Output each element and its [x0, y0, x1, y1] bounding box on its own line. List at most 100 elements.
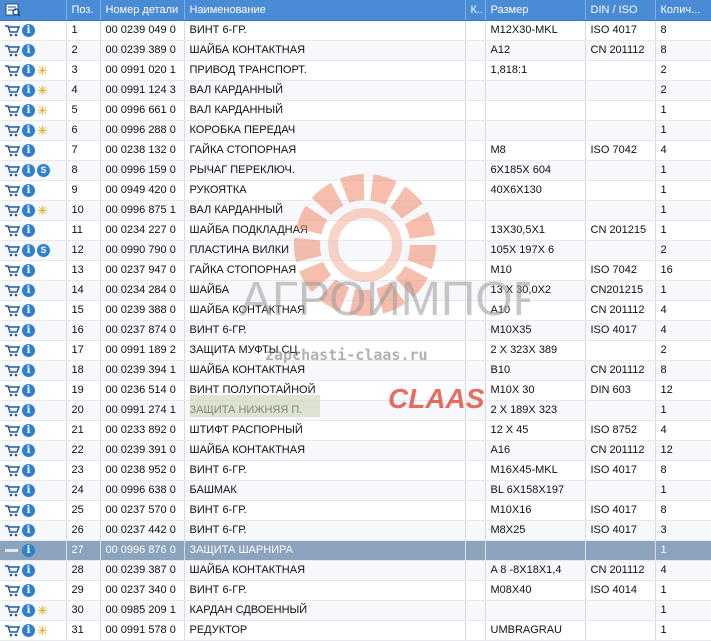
- table-row[interactable]: i 22 00 0239 391 0 ШАЙБА КОНТАКТНАЯ A16 CN 20…: [0, 440, 711, 461]
- table-row[interactable]: i 17 00 0991 189 2 ЗАЩИТА МУФТЫ СЦ. 2 X 323X…: [0, 340, 711, 361]
- info-icon[interactable]: i: [22, 563, 35, 577]
- table-row[interactable]: i ✳ 10 00 0996 875 1 ВАЛ КАРДАННЫЙ 1: [0, 200, 711, 221]
- add-to-cart-icon[interactable]: [4, 604, 20, 617]
- add-to-cart-icon[interactable]: [4, 324, 20, 337]
- add-to-cart-icon[interactable]: [4, 44, 20, 57]
- info-icon[interactable]: i: [22, 503, 35, 517]
- info-icon[interactable]: i: [22, 443, 35, 457]
- add-to-cart-icon[interactable]: [4, 104, 20, 117]
- cell-part-number[interactable]: 00 0991 189 2: [100, 340, 185, 361]
- table-row[interactable]: i 27 00 0996 876 0 ЗАЩИТА ШАРНИРА 1: [0, 540, 711, 561]
- cell-part-number[interactable]: 00 0238 132 0: [100, 140, 185, 161]
- info-icon[interactable]: i: [22, 523, 35, 537]
- add-to-cart-icon[interactable]: [4, 164, 20, 177]
- cell-part-number[interactable]: 00 0238 952 0: [100, 460, 185, 481]
- info-icon[interactable]: i: [22, 583, 35, 597]
- table-row[interactable]: i 28 00 0239 387 0 ШАЙБА КОНТАКТНАЯ A 8 -8X1…: [0, 560, 711, 581]
- cell-part-number[interactable]: 00 0237 570 0: [100, 500, 185, 521]
- add-to-cart-icon[interactable]: [4, 124, 20, 137]
- cell-part-number[interactable]: 00 0996 288 0: [100, 120, 185, 141]
- cell-part-number[interactable]: 00 0996 876 0: [100, 540, 185, 561]
- add-to-cart-icon[interactable]: [4, 384, 20, 397]
- add-to-cart-icon[interactable]: [4, 184, 20, 197]
- table-row[interactable]: i 14 00 0234 284 0 ШАЙБА 13 X 30,0X2 CN201215…: [0, 280, 711, 301]
- info-icon[interactable]: i: [22, 543, 35, 557]
- cell-part-number[interactable]: 00 0996 875 1: [100, 200, 185, 221]
- table-row[interactable]: i 9 00 0949 420 0 РУКОЯТКА 40X6X130 1: [0, 180, 711, 201]
- cell-part-number[interactable]: 00 0996 638 0: [100, 480, 185, 501]
- table-row[interactable]: i 11 00 0234 227 0 ШАЙБА ПОДКЛАДНАЯ 13X30,5X…: [0, 220, 711, 241]
- cell-part-number[interactable]: 00 0996 159 0: [100, 160, 185, 181]
- add-to-cart-icon[interactable]: [4, 264, 20, 277]
- cell-part-number[interactable]: 00 0233 892 0: [100, 420, 185, 441]
- info-icon[interactable]: i: [22, 123, 35, 137]
- info-icon[interactable]: i: [22, 623, 35, 637]
- add-to-cart-icon[interactable]: [4, 24, 20, 37]
- table-view-icon[interactable]: [5, 3, 21, 17]
- header-size[interactable]: Размер: [485, 0, 586, 21]
- add-to-cart-icon[interactable]: [4, 204, 20, 217]
- header-quantity[interactable]: Колич...: [655, 0, 711, 21]
- info-icon[interactable]: i: [22, 223, 35, 237]
- add-to-cart-icon[interactable]: [4, 364, 20, 377]
- cell-part-number[interactable]: 00 0236 514 0: [100, 380, 185, 401]
- cell-part-number[interactable]: 00 0237 340 0: [100, 580, 185, 601]
- table-row[interactable]: i 18 00 0239 394 1 ШАЙБА КОНТАКТНАЯ B10 CN 20…: [0, 360, 711, 381]
- cell-part-number[interactable]: 00 0991 578 0: [100, 620, 185, 641]
- info-icon[interactable]: i: [22, 203, 35, 217]
- info-icon[interactable]: i: [22, 343, 35, 357]
- info-icon[interactable]: i: [22, 103, 35, 117]
- add-to-cart-icon[interactable]: [4, 504, 20, 517]
- cell-part-number[interactable]: 00 0239 049 0: [100, 20, 185, 41]
- table-row[interactable]: i S 8 00 0996 159 0 РЫЧАГ ПЕРЕКЛЮЧ. 6X185X 60…: [0, 160, 711, 181]
- special-s-icon[interactable]: S: [37, 163, 50, 177]
- cell-part-number[interactable]: 00 0991 124 3: [100, 80, 185, 101]
- cell-part-number[interactable]: 00 0239 394 1: [100, 360, 185, 381]
- info-icon[interactable]: i: [22, 83, 35, 97]
- table-row[interactable]: i 21 00 0233 892 0 ШТИФТ РАСПОРНЫЙ 12 X 45 IS…: [0, 420, 711, 441]
- table-row[interactable]: i 26 00 0237 442 0 ВИНТ 6-ГР. M8X25 ISO 4017 3: [0, 520, 711, 541]
- cell-part-number[interactable]: 00 0239 387 0: [100, 560, 185, 581]
- add-to-cart-icon[interactable]: [4, 84, 20, 97]
- info-icon[interactable]: i: [22, 23, 35, 37]
- add-to-cart-icon[interactable]: [4, 404, 20, 417]
- info-icon[interactable]: i: [22, 283, 35, 297]
- table-row[interactable]: i ✳ 30 00 0985 209 1 КАРДАН СДВОЕННЫЙ 1: [0, 600, 711, 621]
- table-row[interactable]: i 29 00 0237 340 0 ВИНТ 6-ГР. M08X40 ISO 4014…: [0, 580, 711, 601]
- info-icon[interactable]: i: [22, 243, 35, 257]
- add-to-cart-icon[interactable]: [4, 244, 20, 257]
- special-s-icon[interactable]: S: [37, 243, 50, 257]
- cell-part-number[interactable]: 00 0991 020 1: [100, 60, 185, 81]
- table-row[interactable]: i ✳ 5 00 0996 661 0 ВАЛ КАРДАННЫЙ 1: [0, 100, 711, 121]
- info-icon[interactable]: i: [22, 603, 35, 617]
- cell-part-number[interactable]: 00 0237 874 0: [100, 320, 185, 341]
- header-k[interactable]: К..: [465, 0, 486, 21]
- info-icon[interactable]: i: [22, 163, 35, 177]
- add-to-cart-icon[interactable]: [4, 284, 20, 297]
- table-row[interactable]: i 19 00 0236 514 0 ВИНТ ПОЛУПОТАЙНОЙ M10X 30…: [0, 380, 711, 401]
- info-icon[interactable]: i: [22, 303, 35, 317]
- cell-part-number[interactable]: 00 0239 388 0: [100, 300, 185, 321]
- table-row[interactable]: i 25 00 0237 570 0 ВИНТ 6-ГР. M10X16 ISO 4017…: [0, 500, 711, 521]
- header-part-number[interactable]: Номер детали: [100, 0, 185, 21]
- info-icon[interactable]: i: [22, 363, 35, 377]
- info-icon[interactable]: i: [22, 143, 35, 157]
- add-to-cart-icon[interactable]: [4, 584, 20, 597]
- info-icon[interactable]: i: [22, 403, 35, 417]
- cell-part-number[interactable]: 00 0985 209 1: [100, 600, 185, 621]
- cell-part-number[interactable]: 00 0239 389 0: [100, 40, 185, 61]
- cell-part-number[interactable]: 00 0990 790 0: [100, 240, 185, 261]
- add-to-cart-icon[interactable]: [4, 304, 20, 317]
- info-icon[interactable]: i: [22, 63, 35, 77]
- table-row[interactable]: i ✳ 3 00 0991 020 1 ПРИВОД ТРАНСПОРТ. 1,818:1…: [0, 60, 711, 81]
- add-to-cart-icon[interactable]: [4, 224, 20, 237]
- cell-part-number[interactable]: 00 0237 442 0: [100, 520, 185, 541]
- table-row[interactable]: i 7 00 0238 132 0 ГАЙКА СТОПОРНАЯ M8 ISO 7042…: [0, 140, 711, 161]
- table-row[interactable]: i 24 00 0996 638 0 БАШМАК BL 6X158X197 1: [0, 480, 711, 501]
- info-icon[interactable]: i: [22, 263, 35, 277]
- cell-part-number[interactable]: 00 0949 420 0: [100, 180, 185, 201]
- add-to-cart-icon[interactable]: [4, 444, 20, 457]
- cell-part-number[interactable]: 00 0234 284 0: [100, 280, 185, 301]
- info-icon[interactable]: i: [22, 43, 35, 57]
- header-din-iso[interactable]: DIN / ISO: [585, 0, 656, 21]
